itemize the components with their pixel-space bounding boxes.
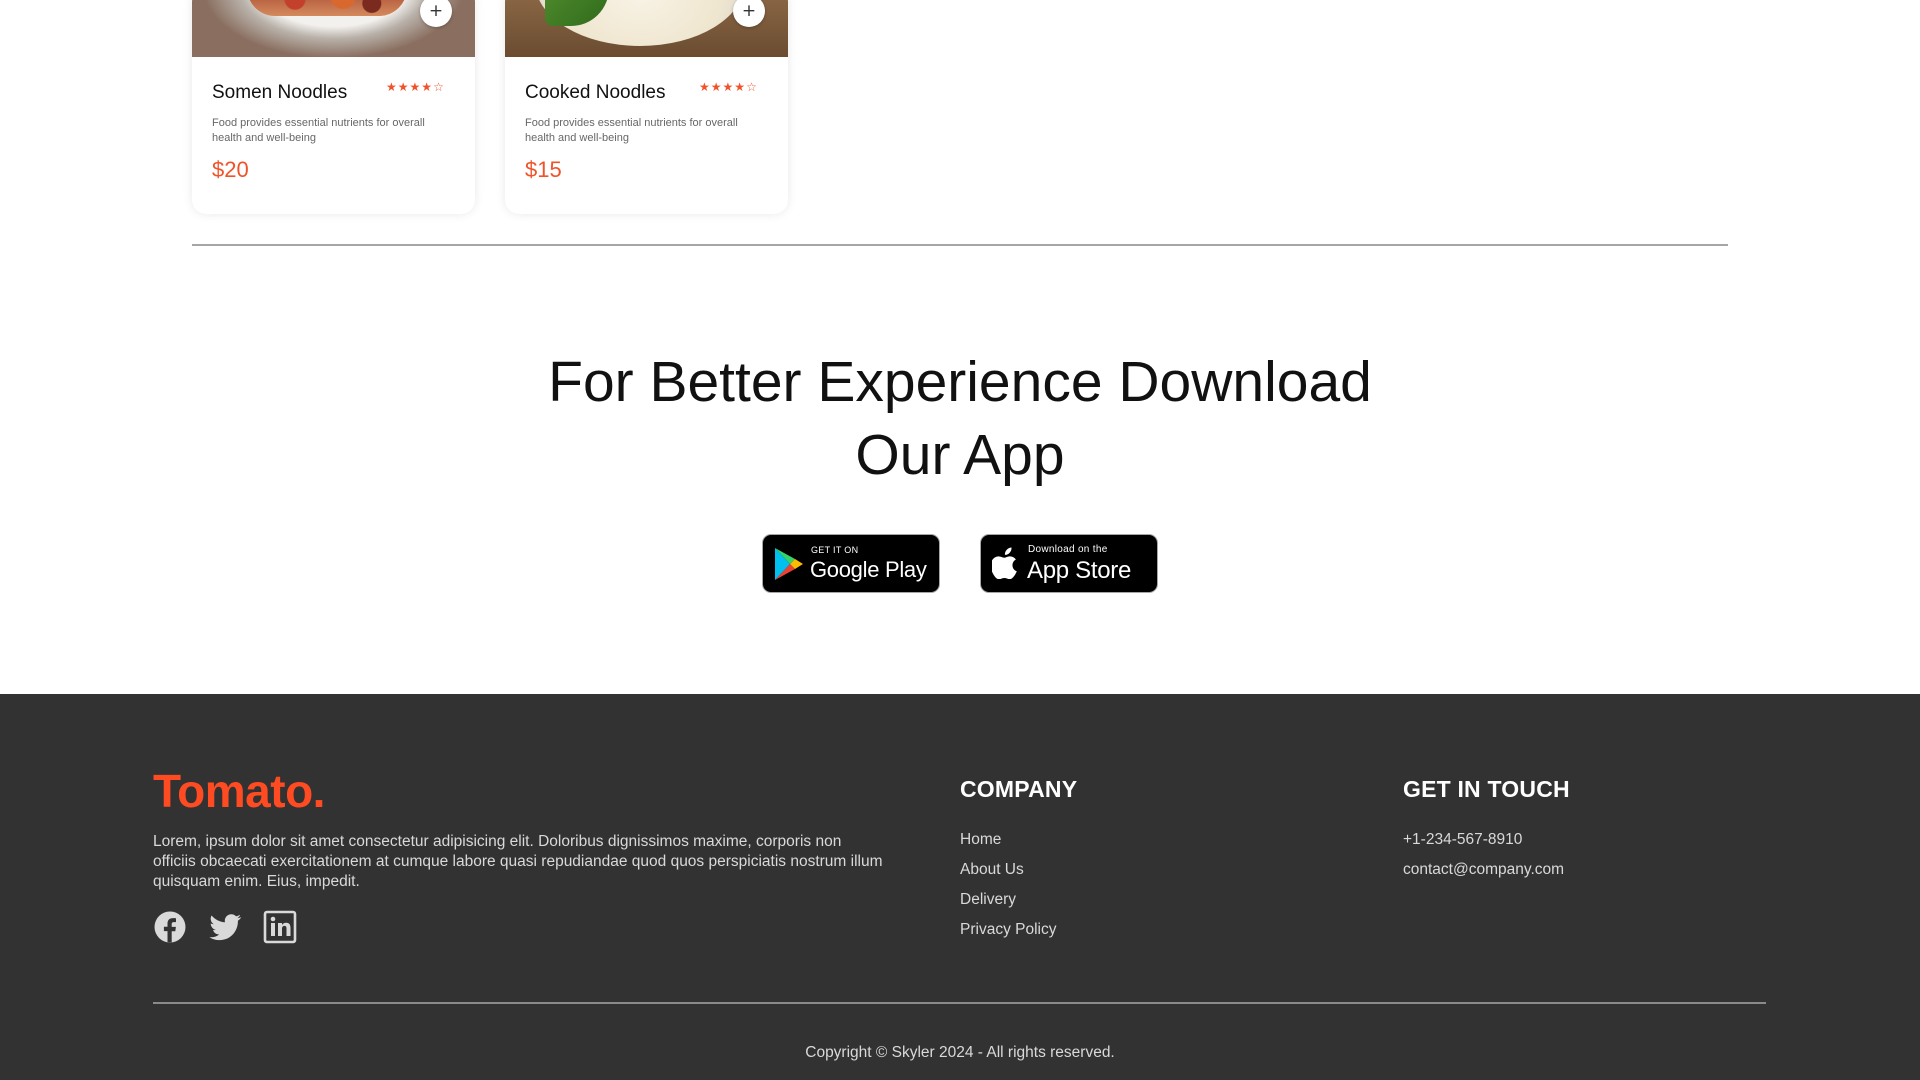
store-small-label: Download on the [1028,544,1108,555]
star-icon: ★ [722,80,735,94]
footer-logo[interactable]: Tomato. [153,764,325,818]
food-card[interactable]: + Cooked Noodles ★★★★☆ Food provides ess… [505,0,788,214]
company-links: Home About Us Delivery Privacy Policy [960,825,1056,945]
plus-icon: + [741,1,757,21]
footer-link-about[interactable]: About Us [960,855,1056,885]
apple-icon [992,547,1017,579]
food-name: Somen Noodles [212,82,348,103]
store-big-label: Google Play [810,557,927,582]
store-big-label: App Store [1027,557,1132,584]
food-description: Food provides essential nutrients for ov… [525,117,738,144]
contact-phone: +1-234-567-8910 [1403,831,1523,848]
footer-about-text: Lorem, ipsum dolor sit amet consectetur … [153,833,883,890]
google-play-button[interactable]: GET IT ON Google Play [762,534,940,593]
star-outline-icon: ☆ [433,80,445,94]
heading-line: Our App [855,423,1065,487]
store-small-label: GET IT ON [811,545,859,555]
google-play-icon [775,548,803,580]
star-icon: ★ [397,80,410,94]
app-download-heading: For Better Experience Download Our App [360,346,1560,492]
star-icon: ★ [734,80,747,94]
food-image: + [505,0,788,57]
food-price: $20 [212,157,249,182]
rating-stars: ★★★★☆ [386,80,445,94]
star-icon: ★ [699,80,711,94]
linkedin-icon[interactable] [263,910,297,944]
plus-icon: + [428,1,444,21]
add-to-cart-button[interactable]: + [420,0,452,27]
footer: Tomato. Lorem, ipsum dolor sit amet cons… [0,694,1920,1080]
rating-stars: ★★★★☆ [699,80,758,94]
footer-divider [153,1002,1766,1004]
copyright-text: Copyright © Skyler 2024 - All rights res… [805,1044,1115,1061]
food-image: + [192,0,475,57]
food-description: Food provides essential nutrients for ov… [212,117,425,144]
food-card[interactable]: + Somen Noodles ★★★★☆ Food provides esse… [192,0,475,214]
heading-line: For Better Experience Download [548,350,1372,414]
footer-link-privacy[interactable]: Privacy Policy [960,915,1056,945]
food-name: Cooked Noodles [525,82,666,103]
star-outline-icon: ☆ [746,80,758,94]
star-icon: ★ [421,80,434,94]
footer-link-delivery[interactable]: Delivery [960,885,1056,915]
facebook-icon[interactable] [153,910,187,944]
add-to-cart-button[interactable]: + [733,0,765,27]
star-icon: ★ [386,80,398,94]
section-divider [192,244,1728,246]
app-store-button[interactable]: Download on the App Store [980,534,1158,593]
footer-link-home[interactable]: Home [960,825,1056,855]
star-icon: ★ [409,80,422,94]
food-price: $15 [525,157,562,182]
company-heading: COMPANY [960,776,1078,802]
twitter-icon[interactable] [208,910,242,944]
contact-heading: GET IN TOUCH [1403,776,1570,802]
contact-email: contact@company.com [1403,861,1565,878]
star-icon: ★ [710,80,723,94]
contact-list: +1-234-567-8910 contact@company.com [1403,825,1564,885]
